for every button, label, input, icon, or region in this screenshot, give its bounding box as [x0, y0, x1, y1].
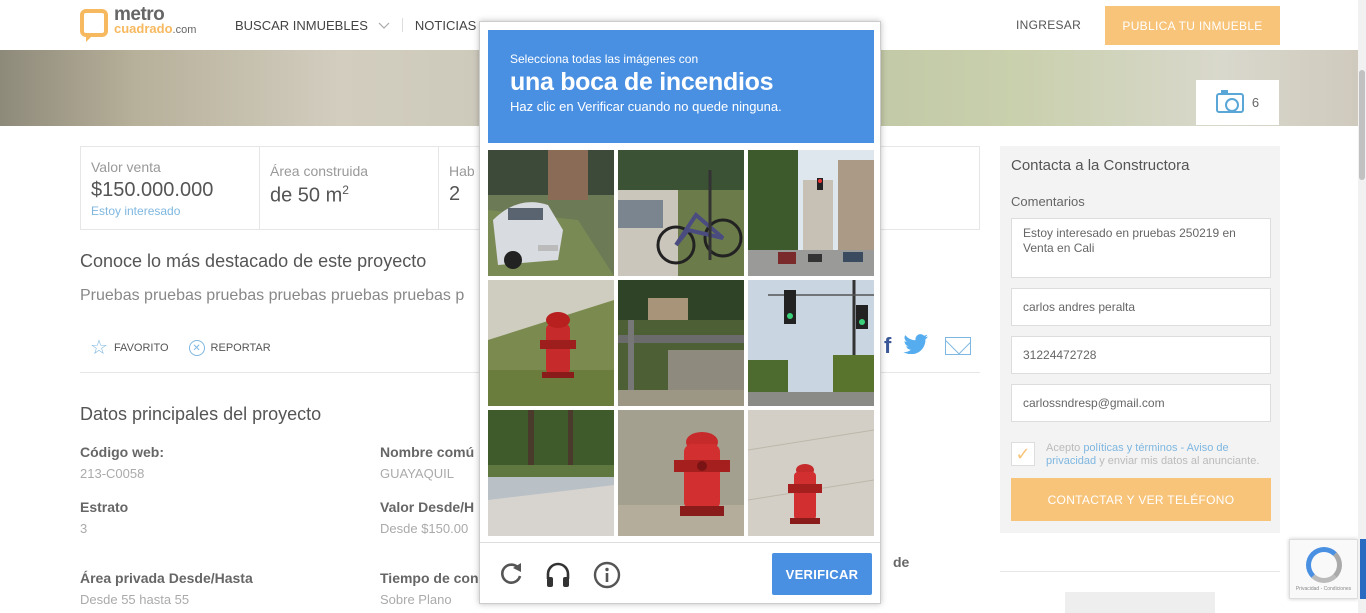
reload-icon[interactable]	[498, 561, 524, 587]
favorite-label: FAVORITO	[113, 342, 169, 354]
captcha-hint: Haz clic en Verificar cuando no quede ni…	[510, 99, 782, 114]
detail-area-privada: Área privada Desde/Hasta Desde 55 hasta …	[80, 570, 253, 607]
listing-actions: ☆ FAVORITO ✕ REPORTAR	[90, 337, 271, 359]
area-value: de 50 m2	[270, 183, 349, 207]
contact-submit-button[interactable]: CONTACTAR Y VER TELÉFONO	[1011, 478, 1271, 521]
detail-nombre: Nombre comú GUAYAQUIL	[380, 444, 474, 481]
twitter-icon[interactable]	[903, 333, 929, 359]
detail-key: Código web:	[80, 444, 164, 460]
consent-pre: Acepto	[1046, 442, 1081, 454]
logo-icon	[80, 8, 108, 42]
detail-key: de	[893, 554, 910, 570]
contact-form: Contacta a la Constructora Comentarios E…	[1000, 146, 1280, 533]
price-label: Valor venta	[91, 159, 161, 175]
detail-value: Desde 55 hasta 55	[80, 592, 190, 607]
comments-label: Comentarios	[1011, 194, 1085, 209]
captcha-tile-4[interactable]	[488, 280, 614, 406]
star-icon: ☆	[90, 337, 108, 359]
recaptcha-logo-icon	[1305, 546, 1342, 583]
detail-value: GUAYAQUIL	[380, 466, 454, 481]
audio-challenge-icon[interactable]	[544, 561, 570, 587]
photo-gallery-button[interactable]: 6	[1196, 80, 1279, 125]
photo-count: 6	[1251, 95, 1260, 110]
highlights-title: Conoce lo más destacado de este proyecto	[80, 251, 427, 271]
consent-checkbox[interactable]: ✓	[1011, 442, 1035, 466]
area-label: Área construida	[270, 163, 369, 179]
detail-key: Área privada Desde/Hasta	[80, 570, 253, 586]
ad-placeholder	[1065, 592, 1215, 613]
captcha-tile-9[interactable]	[748, 410, 874, 536]
logo-text-bottom: cuadrado	[114, 21, 173, 36]
detail-value: 3	[80, 521, 88, 536]
consent-post: y enviar mis datos al anunciante.	[1099, 455, 1260, 467]
captcha-tile-1[interactable]	[488, 150, 614, 276]
price-value: $150.000.000	[91, 179, 214, 201]
nav-buscar-inmuebles[interactable]: BUSCAR INMUEBLES	[235, 18, 368, 33]
details-title: Datos principales del proyecto	[80, 404, 322, 424]
comments-textarea[interactable]: Estoy interesado en pruebas 250219 en Ve…	[1011, 218, 1271, 278]
captcha-tile-6[interactable]	[748, 280, 874, 406]
captcha-tile-2[interactable]	[618, 150, 744, 276]
captcha-image-grid	[488, 150, 874, 536]
camera-icon	[1215, 89, 1244, 113]
interested-link[interactable]: Estoy interesado	[91, 204, 249, 218]
scrollbar-thumb[interactable]	[1359, 70, 1365, 180]
facebook-icon[interactable]: f	[884, 333, 891, 359]
privacy-link[interactable]: privacidad	[1046, 455, 1096, 467]
detail-tiempo: Tiempo de con Sobre Plano	[380, 570, 479, 607]
detail-key: Nombre comú	[380, 444, 475, 460]
detail-estrato: Estrato 3	[80, 499, 128, 536]
recaptcha-badge-tab	[1360, 539, 1366, 599]
report-button[interactable]: ✕ REPORTAR	[188, 340, 271, 356]
recaptcha-badge[interactable]: Privacidad - Condiciones	[1289, 539, 1358, 599]
verify-button[interactable]: VERIFICAR	[772, 553, 872, 595]
captcha-tile-7[interactable]	[488, 410, 614, 536]
logo-text-top: metro	[114, 4, 165, 25]
detail-value: Sobre Plano	[380, 592, 452, 607]
detail-key: Estrato	[80, 499, 129, 515]
logo[interactable]: metro cuadrado.com	[80, 4, 197, 42]
detail-key: Tiempo de con	[380, 570, 479, 586]
consent-mid: - Aviso de	[1180, 442, 1229, 454]
favorite-button[interactable]: ☆ FAVORITO	[90, 337, 169, 359]
captcha-tile-3[interactable]	[748, 150, 874, 276]
page-scrollbar[interactable]	[1358, 0, 1366, 613]
detail-value: 213-C0058	[80, 466, 145, 481]
email-field[interactable]: carlossndresp@gmail.com	[1011, 384, 1271, 422]
terms-link[interactable]: políticas y términos	[1083, 442, 1177, 454]
detail-valor: Valor Desde/H Desde $150.00	[380, 499, 474, 536]
captcha-dialog: Selecciona todas las imágenes con una bo…	[479, 21, 881, 604]
consent-text: Acepto políticas y términos - Aviso de p…	[1046, 442, 1272, 468]
detail-key: Valor Desde/H	[380, 499, 475, 515]
captcha-header: Selecciona todas las imágenes con una bo…	[488, 30, 874, 143]
share-icons: f	[884, 333, 972, 359]
info-icon[interactable]	[593, 561, 621, 589]
detail-value: Desde $150.00	[380, 521, 469, 536]
main-nav: BUSCAR INMUEBLES NOTICIAS Y TE	[235, 18, 508, 33]
phone-field[interactable]: 31224472728	[1011, 336, 1271, 374]
captcha-instruction: Selecciona todas las imágenes con	[510, 52, 699, 66]
captcha-target: una boca de incendios	[510, 68, 774, 96]
nav-divider	[401, 18, 403, 32]
close-circle-icon: ✕	[188, 340, 205, 356]
captcha-footer: VERIFICAR	[480, 542, 880, 604]
chevron-down-icon[interactable]	[378, 18, 390, 33]
name-field[interactable]: carlos andres peralta	[1011, 288, 1271, 326]
area-cell: Área construida de 50 m2	[260, 147, 439, 229]
mail-icon[interactable]	[945, 337, 972, 355]
login-link[interactable]: INGRESAR	[1016, 18, 1081, 32]
captcha-tile-5[interactable]	[618, 280, 744, 406]
recaptcha-badge-text: Privacidad - Condiciones	[1295, 585, 1352, 592]
publish-property-button[interactable]: PUBLICA TU INMUEBLE	[1105, 6, 1280, 45]
captcha-tile-8[interactable]	[618, 410, 744, 536]
report-label: REPORTAR	[210, 342, 271, 354]
detail-partial: de	[893, 554, 909, 570]
highlights-text: Pruebas pruebas pruebas pruebas pruebas …	[80, 287, 465, 304]
page: metro cuadrado.com BUSCAR INMUEBLES NOTI…	[0, 0, 1366, 613]
sidebar-divider	[1000, 571, 1280, 572]
detail-codigo: Código web: 213-C0058	[80, 444, 164, 481]
logo-text-suffix: .com	[172, 24, 197, 36]
contact-form-title: Contacta a la Constructora	[1011, 157, 1190, 174]
price-cell: Valor venta $150.000.000 Estoy interesad…	[81, 147, 260, 229]
